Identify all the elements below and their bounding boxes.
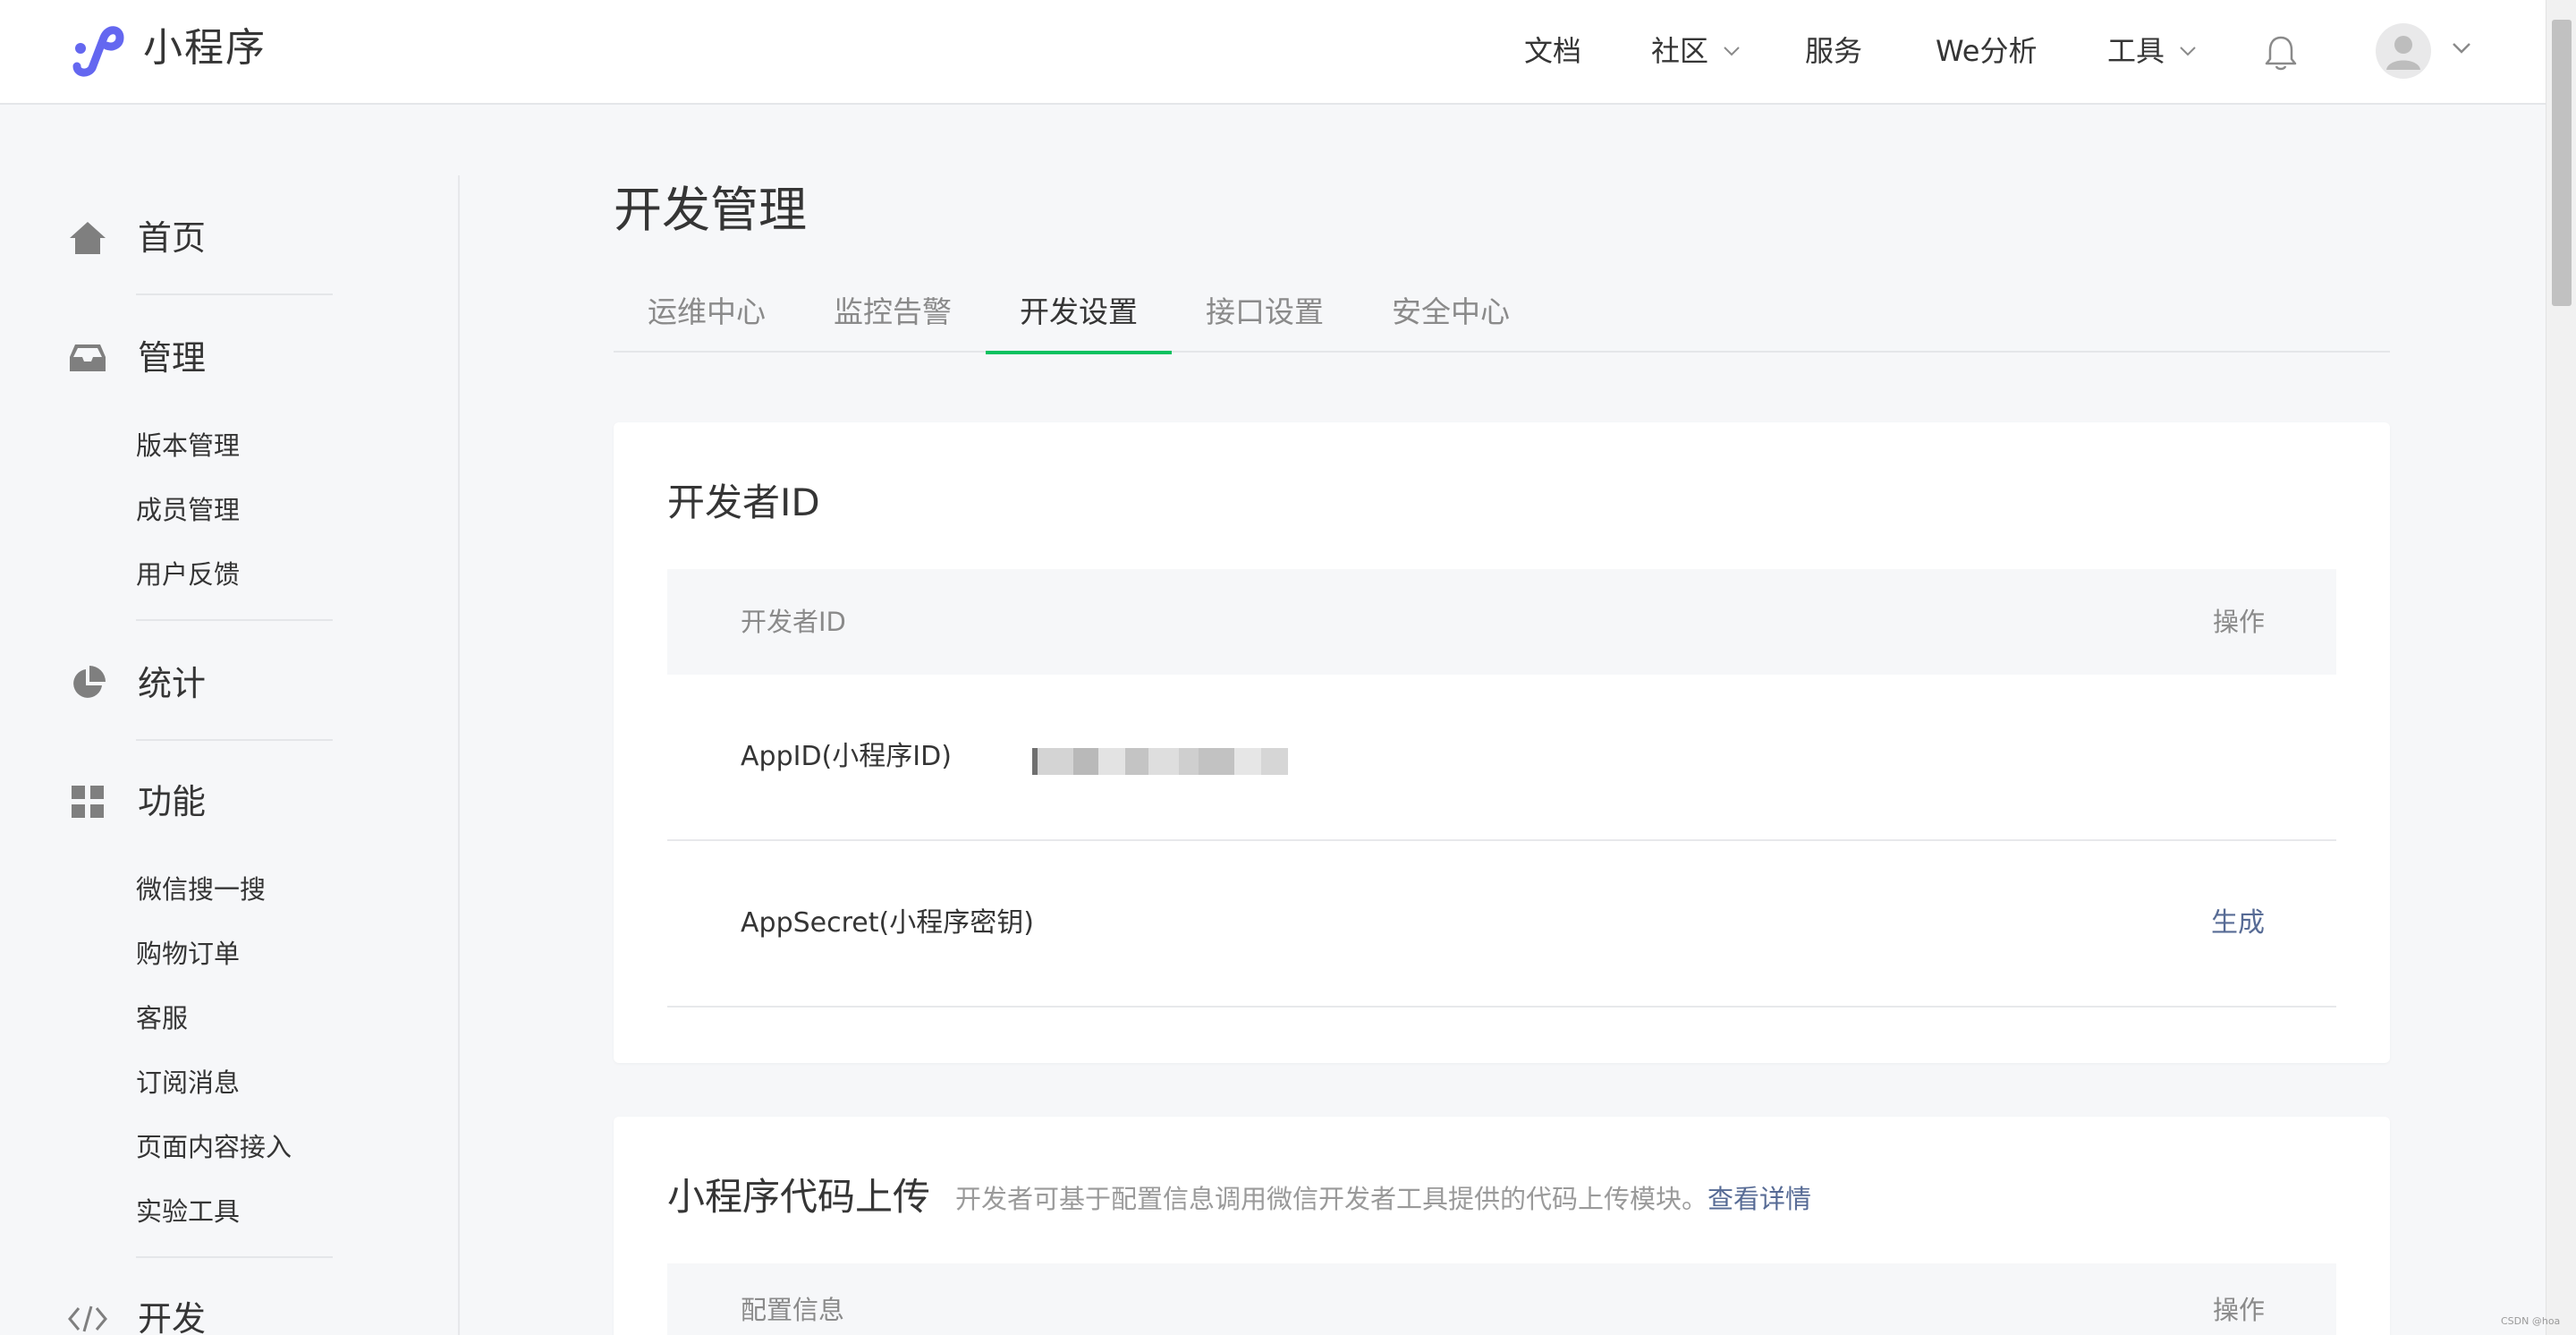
sidebar-item-develop[interactable]: 开发 xyxy=(68,1294,206,1335)
top-bar: 小程序 文档 社区 服务 We分析 工具 xyxy=(0,0,2546,105)
nav-tools-label: 工具 xyxy=(2107,34,2165,68)
sidebar-subitem-subscription-messages[interactable]: 订阅消息 xyxy=(136,1063,240,1102)
appsecret-label: AppSecret(小程序密钥) xyxy=(741,907,1034,939)
code-upload-card: 小程序代码上传 开发者可基于配置信息调用微信开发者工具提供的代码上传模块。查看详… xyxy=(614,1117,2390,1335)
tab-development-settings[interactable]: 开发设置 xyxy=(986,285,1172,354)
miniprogram-logo-icon[interactable] xyxy=(68,21,129,77)
bell-icon[interactable] xyxy=(2263,34,2299,72)
pie-chart-icon xyxy=(68,664,107,703)
grid-icon xyxy=(68,782,107,821)
tab-interface-settings[interactable]: 接口设置 xyxy=(1172,285,1358,353)
table-header: 配置信息 操作 xyxy=(667,1263,2336,1335)
app-name[interactable]: 小程序 xyxy=(143,23,267,73)
user-icon xyxy=(2386,36,2420,70)
nav-docs-label: 文档 xyxy=(1524,34,1582,68)
sidebar-item-label: 开发 xyxy=(138,1299,207,1335)
sidebar-separator xyxy=(136,1256,333,1258)
tab-operations-center[interactable]: 运维中心 xyxy=(614,285,800,353)
chevron-down-icon xyxy=(1724,47,1740,56)
table-header: 开发者ID 操作 xyxy=(667,569,2336,675)
page-scrollbar[interactable] xyxy=(2546,0,2576,1335)
card-description: 开发者可基于配置信息调用微信开发者工具提供的代码上传模块。查看详情 xyxy=(955,1181,1811,1217)
column-header-config-info: 配置信息 xyxy=(741,1295,845,1325)
card-title: 开发者ID xyxy=(667,480,820,524)
nav-services[interactable]: 服务 xyxy=(1805,30,1862,72)
sidebar-item-label: 管理 xyxy=(138,338,207,378)
sidebar-subitem-member-management[interactable]: 成员管理 xyxy=(136,490,240,530)
sidebar-item-label: 功能 xyxy=(138,782,207,821)
nav-community-label: 社区 xyxy=(1651,34,1709,68)
column-header-developer-id: 开发者ID xyxy=(741,607,846,637)
nav-tools[interactable]: 工具 xyxy=(2107,30,2197,72)
appid-label: AppID(小程序ID) xyxy=(741,741,952,772)
page-title: 开发管理 xyxy=(614,182,807,238)
nav-docs[interactable]: 文档 xyxy=(1524,30,1581,72)
tab-security-center[interactable]: 安全中心 xyxy=(1358,285,1544,353)
tab-bar: 运维中心 监控告警 开发设置 接口设置 安全中心 xyxy=(614,285,2390,354)
code-icon xyxy=(68,1299,107,1335)
sidebar-separator xyxy=(136,739,333,741)
chevron-down-icon xyxy=(2180,47,2196,56)
sidebar-item-label: 统计 xyxy=(138,664,207,703)
sidebar-separator xyxy=(136,619,333,621)
card-title: 小程序代码上传 xyxy=(667,1175,931,1219)
developer-id-card: 开发者ID 开发者ID 操作 AppID(小程序ID) AppSecret(小程… xyxy=(614,422,2390,1063)
nav-we-analysis[interactable]: We分析 xyxy=(1936,30,2037,72)
inbox-icon xyxy=(68,338,107,378)
sidebar-subitem-experiment-tools[interactable]: 实验工具 xyxy=(136,1192,240,1231)
home-icon xyxy=(68,218,107,258)
column-header-action: 操作 xyxy=(2212,607,2265,637)
sidebar-item-home[interactable]: 首页 xyxy=(68,213,206,263)
watermark: CSDN @hoa xyxy=(2501,1315,2561,1327)
sidebar-separator xyxy=(136,293,333,295)
card-description-text: 开发者可基于配置信息调用微信开发者工具提供的代码上传模块。 xyxy=(955,1184,1708,1214)
nav-we-analysis-label: We分析 xyxy=(1936,34,2038,68)
tab-monitoring-alerts[interactable]: 监控告警 xyxy=(800,285,986,353)
table-row: AppID(小程序ID) xyxy=(667,675,2336,841)
view-details-link[interactable]: 查看详情 xyxy=(1707,1184,1811,1214)
nav-community[interactable]: 社区 xyxy=(1651,30,1741,72)
sidebar-subitem-version-management[interactable]: 版本管理 xyxy=(136,426,240,465)
sidebar-item-manage[interactable]: 管理 xyxy=(68,333,206,383)
nav-services-label: 服务 xyxy=(1805,34,1863,68)
sidebar-subitem-shopping-orders[interactable]: 购物订单 xyxy=(136,934,240,974)
sidebar-divider xyxy=(458,175,460,1335)
scrollbar-thumb[interactable] xyxy=(2552,20,2572,306)
sidebar-subitem-user-feedback[interactable]: 用户反馈 xyxy=(136,555,240,594)
sidebar-subitem-page-content-access[interactable]: 页面内容接入 xyxy=(136,1127,292,1167)
sidebar-subitem-wechat-search[interactable]: 微信搜一搜 xyxy=(136,870,266,909)
sidebar-item-statistics[interactable]: 统计 xyxy=(68,659,206,709)
generate-secret-link[interactable]: 生成 xyxy=(2211,904,2265,943)
column-header-action: 操作 xyxy=(2212,1295,2265,1325)
sidebar-subitem-customer-service[interactable]: 客服 xyxy=(136,999,188,1038)
sidebar-item-label: 首页 xyxy=(138,218,207,258)
chevron-down-icon[interactable] xyxy=(2451,41,2472,55)
table-row: AppSecret(小程序密钥) 生成 xyxy=(667,841,2336,1008)
appid-value-masked xyxy=(1032,748,1292,775)
sidebar-item-features[interactable]: 功能 xyxy=(68,777,206,827)
avatar[interactable] xyxy=(2376,23,2431,79)
